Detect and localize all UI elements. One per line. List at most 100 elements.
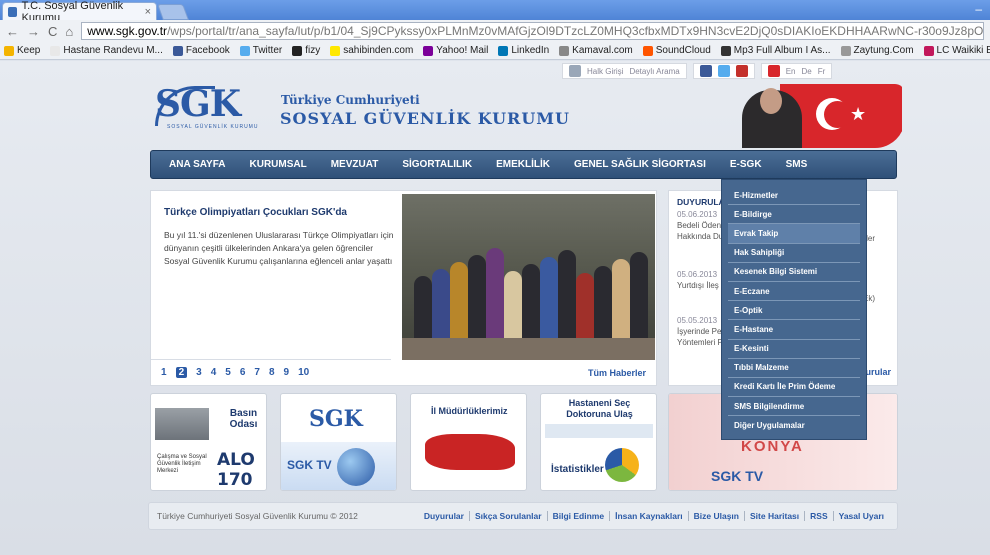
dropdown-item[interactable]: Evrak Takip bbox=[728, 224, 860, 244]
dropdown-item[interactable]: Kredi Kartı İle Prim Ödeme bbox=[728, 378, 860, 398]
bookmark-item[interactable]: Facebook bbox=[172, 45, 230, 56]
page-number[interactable]: 10 bbox=[298, 367, 309, 378]
crowd-figure bbox=[522, 264, 540, 346]
dropdown-item[interactable]: Diğer Uygulamalar bbox=[728, 416, 860, 435]
footer-link[interactable]: Bize Ulaşın bbox=[687, 511, 744, 521]
footer-link[interactable]: Yasal Uyarı bbox=[832, 511, 889, 521]
footer: Türkiye Cumhuriyeti Sosyal Güvenlik Kuru… bbox=[148, 502, 898, 530]
page-number[interactable]: 3 bbox=[196, 367, 202, 378]
back-icon[interactable]: ← bbox=[6, 24, 19, 39]
page-number[interactable]: 8 bbox=[269, 367, 275, 378]
lang-en[interactable]: En bbox=[786, 67, 796, 76]
nav-item-genel-sağlik-si-gortasi[interactable]: GENEL SAĞLIK SİGORTASI bbox=[574, 159, 706, 170]
hospital-label[interactable]: Hastaneni Seç Doktoruna Ulaş bbox=[547, 398, 652, 420]
dropdown-item[interactable]: E-Eczane bbox=[728, 282, 860, 302]
page-number[interactable]: 1 bbox=[161, 367, 167, 378]
bookmark-item[interactable]: Yahoo! Mail bbox=[423, 45, 488, 56]
browser-tab[interactable]: T.C. Sosyal Güvenlik Kurumu × bbox=[2, 0, 157, 24]
reload-icon[interactable]: C bbox=[48, 24, 57, 39]
bookmark-label: LC Waikiki E bbox=[936, 45, 990, 56]
page-number[interactable]: 5 bbox=[225, 367, 231, 378]
crowd-figure bbox=[630, 252, 648, 346]
dropdown-item[interactable]: Kesenek Bilgi Sistemi bbox=[728, 263, 860, 282]
bookmark-label: Hastane Randevu M... bbox=[63, 45, 163, 56]
new-tab-button[interactable] bbox=[157, 4, 189, 20]
login-link[interactable]: Halk Girişi bbox=[587, 67, 623, 76]
twitter-icon[interactable] bbox=[717, 65, 730, 77]
home-icon[interactable]: ⌂ bbox=[65, 24, 73, 39]
bookmark-item[interactable]: Kamaval.com bbox=[559, 45, 633, 56]
bookmark-item[interactable]: SoundCloud bbox=[642, 45, 711, 56]
footer-link[interactable]: Sıkça Sorulanlar bbox=[468, 511, 547, 521]
footer-link[interactable]: Bilgi Edinme bbox=[546, 511, 609, 521]
bookmark-item[interactable]: Zaytung.Com bbox=[840, 45, 914, 56]
search-link[interactable]: Detaylı Arama bbox=[629, 67, 679, 76]
page-number[interactable]: 6 bbox=[240, 367, 246, 378]
nav-item-emekli-li-k[interactable]: EMEKLİLİK bbox=[496, 159, 550, 170]
nav-item-sms[interactable]: SMS bbox=[786, 159, 808, 170]
dropdown-item[interactable]: E-Hizmetler bbox=[728, 186, 860, 206]
youtube-icon[interactable] bbox=[735, 65, 748, 77]
footer-link[interactable]: RSS bbox=[804, 511, 832, 521]
footer-link[interactable]: Site Haritası bbox=[744, 511, 804, 521]
bookmark-label: Mp3 Full Album I As... bbox=[733, 45, 831, 56]
page-number[interactable]: 2 bbox=[175, 367, 188, 378]
dropdown-item[interactable]: E-Optik bbox=[728, 301, 860, 321]
bookmark-item[interactable]: sahibinden.com bbox=[330, 45, 413, 56]
bookmark-icon bbox=[4, 45, 14, 56]
esgk-dropdown-menu: E-Hizmetler E-Bildirge Evrak Takip Hak Sahi… bbox=[721, 179, 867, 440]
bookmark-icon bbox=[923, 45, 934, 56]
bookmark-icon bbox=[239, 45, 250, 56]
bookmark-label: LinkedIn bbox=[511, 45, 550, 56]
nav-item-kurumsal[interactable]: KURUMSAL bbox=[250, 159, 307, 170]
page-number[interactable]: 9 bbox=[284, 367, 290, 378]
lang-fr[interactable]: Fr bbox=[818, 67, 826, 76]
nav-item-e-sgk[interactable]: E-SGK bbox=[730, 159, 762, 170]
bookmark-item[interactable]: LC Waikiki E bbox=[923, 45, 990, 56]
news-headline[interactable]: Türkçe Olimpiyatları Çocukları SGK'da bbox=[164, 207, 347, 218]
press-alo-tile[interactable]: Basın Odası Çalışma ve Sosyal Güvenlik İ… bbox=[150, 393, 267, 491]
page-number[interactable]: 7 bbox=[254, 367, 260, 378]
forward-icon[interactable]: → bbox=[27, 24, 40, 39]
news-photo[interactable] bbox=[402, 194, 655, 360]
bookmark-item[interactable]: Hastane Randevu M... bbox=[50, 45, 163, 56]
turkey-map-icon bbox=[425, 434, 515, 470]
lang-de[interactable]: De bbox=[802, 67, 812, 76]
sgk-logo[interactable]: SGK SOSYAL GÜVENLİK KURUMU bbox=[155, 84, 275, 134]
bookmark-item[interactable]: fizy bbox=[292, 45, 320, 56]
bookmark-item[interactable]: Keep bbox=[4, 45, 40, 56]
sgk-tv-tile[interactable]: SGK SGK TV bbox=[280, 393, 397, 491]
dropdown-item[interactable]: E-Hastane bbox=[728, 320, 860, 340]
bookmark-item[interactable]: LinkedIn bbox=[498, 45, 549, 56]
page-number[interactable]: 4 bbox=[211, 367, 217, 378]
globe-icon bbox=[337, 448, 375, 486]
facebook-icon[interactable] bbox=[699, 65, 712, 77]
dropdown-item[interactable]: SMS Bilgilendirme bbox=[728, 397, 860, 417]
footer-link[interactable]: Duyurular bbox=[419, 511, 469, 521]
nav-item-ana-sayfa[interactable]: ANA SAYFA bbox=[169, 159, 226, 170]
close-tab-icon[interactable]: × bbox=[145, 6, 151, 18]
nav-item-mevzuat[interactable]: MEVZUAT bbox=[331, 159, 379, 170]
statistics-label[interactable]: İstatistikler bbox=[551, 464, 604, 475]
turkish-flag-icon[interactable] bbox=[767, 65, 780, 77]
hospital-statistics-tile[interactable]: Hastaneni Seç Doktoruna Ulaş İstatistikl… bbox=[540, 393, 657, 491]
dropdown-item[interactable]: E-Bildirge bbox=[728, 205, 860, 225]
all-news-link[interactable]: Tüm Haberler bbox=[588, 368, 646, 378]
footer-link[interactable]: İnsan Kaynakları bbox=[609, 511, 688, 521]
bookmark-icon bbox=[498, 45, 509, 56]
address-bar[interactable]: www.sgk.gov.tr/wps/portal/tr/ana_sayfa/l… bbox=[81, 22, 984, 40]
provincial-offices-tile[interactable]: İl Müdürlüklerimiz bbox=[410, 393, 527, 491]
nav-item-si-gortalilik[interactable]: SİGORTALILIK bbox=[402, 159, 472, 170]
news-pager: 1 2 3 4 5 6 7 8 9 10 bbox=[161, 367, 309, 378]
utility-strip: Halk Girişi Detaylı Arama En De Fr bbox=[562, 62, 902, 80]
minimize-icon[interactable]: – bbox=[975, 2, 982, 16]
dropdown-item[interactable]: Tıbbi Malzeme bbox=[728, 359, 860, 378]
dropdown-item[interactable]: E-Kesinti bbox=[728, 340, 860, 359]
crowd-figure bbox=[576, 273, 594, 346]
bookmark-item[interactable]: Twitter bbox=[239, 45, 282, 56]
bookmark-item[interactable]: Mp3 Full Album I As... bbox=[720, 45, 831, 56]
press-room-label[interactable]: Basın Odası bbox=[221, 408, 266, 430]
accessibility-icon[interactable] bbox=[569, 65, 581, 77]
dropdown-item[interactable]: Hak Sahipliği bbox=[728, 244, 860, 263]
alo-170-logo[interactable]: ALO 170 bbox=[217, 450, 266, 490]
